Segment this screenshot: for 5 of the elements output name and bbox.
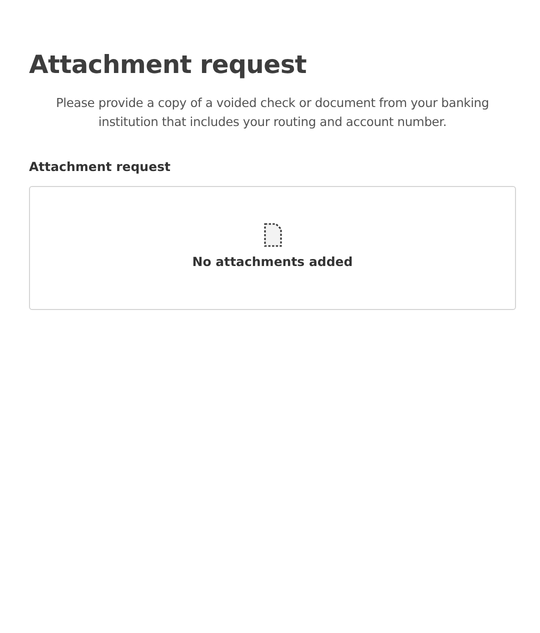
page-title: Attachment request xyxy=(29,50,308,79)
section-label: Attachment request xyxy=(29,159,172,174)
empty-message: No attachments added xyxy=(192,254,353,268)
description-text: Please provide a copy of a voided check or document from your banking institution that includes your routing and account number. xyxy=(54,95,490,131)
document-icon xyxy=(262,222,282,248)
